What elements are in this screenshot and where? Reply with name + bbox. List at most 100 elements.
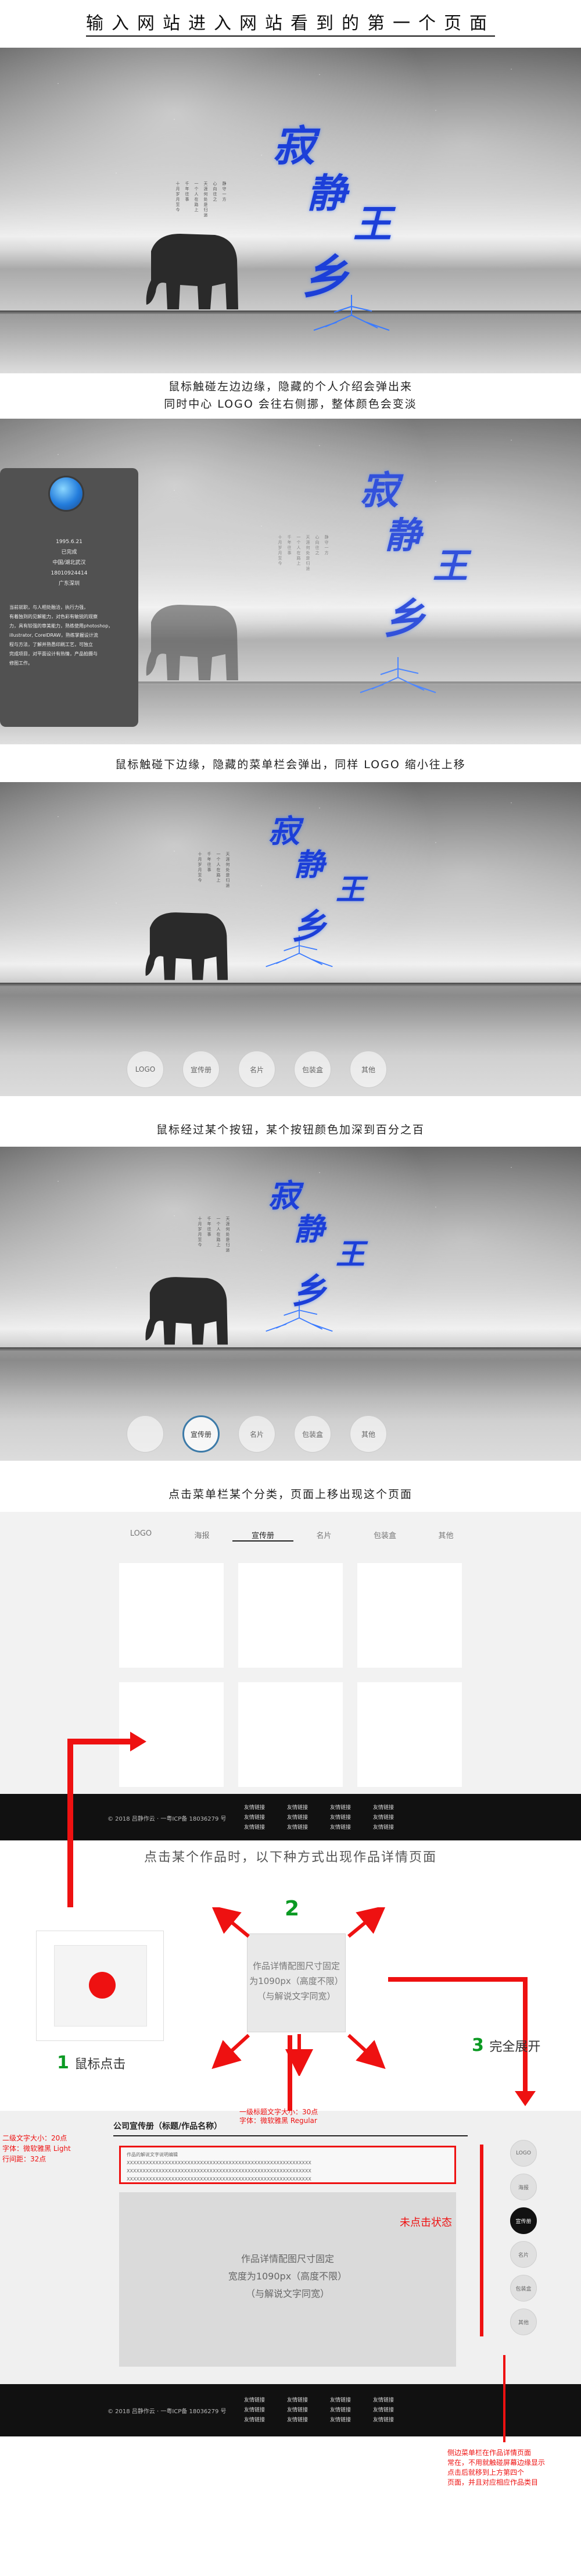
- caption-line: 同时中心 LOGO 会往右侧挪，整体颜色会变淡: [164, 398, 417, 411]
- menu-item-package[interactable]: 包装盒: [294, 1415, 331, 1453]
- description-block: 作品的解说文字说明编辑 XXXXXXXXXXXXXXXXXXXXXXXXXXXX…: [119, 2146, 456, 2184]
- side-item-brochure[interactable]: 宣传册: [510, 2207, 537, 2234]
- logo-char: 王: [433, 546, 468, 587]
- menu-item-card[interactable]: 名片: [238, 1051, 275, 1088]
- menu-item-brochure[interactable]: 宣传册: [182, 1415, 220, 1453]
- tab-poster[interactable]: 海报: [171, 1529, 232, 1542]
- tab-brochure[interactable]: 宣传册: [232, 1529, 293, 1542]
- side-item-poster[interactable]: 海报: [510, 2174, 537, 2200]
- footer-link[interactable]: 友情链接: [244, 1813, 265, 1821]
- footer-link[interactable]: 友情链接: [287, 2406, 308, 2413]
- note-line: 页面，并且对应相应作品类目: [447, 2478, 539, 2486]
- footer-link[interactable]: 友情链接: [373, 1803, 394, 1811]
- menu-item-logo[interactable]: LOGO: [127, 1051, 164, 1088]
- title-divider: [113, 2135, 468, 2136]
- click-demo-box[interactable]: [36, 1931, 164, 2041]
- footer-link[interactable]: 友情链接: [287, 1813, 308, 1821]
- footer-link[interactable]: 友情链接: [287, 2416, 308, 2423]
- menu-item-brochure[interactable]: 宣传册: [182, 1051, 220, 1088]
- menu-item-other[interactable]: 其他: [350, 1051, 387, 1088]
- work-thumb[interactable]: [357, 1563, 462, 1668]
- detail-page: 公司宣传册（标题/作品名称） 作品的解说文字说明编辑 XXXXXXXXXXXXX…: [0, 2111, 581, 2436]
- bio-line: illustrator, CorelDRAW，熟练掌握设计流: [9, 633, 98, 638]
- tab-card[interactable]: 名片: [293, 1529, 354, 1542]
- bio-line: 力，具有较强的审美能力，熟练使用photoshop，: [9, 623, 113, 629]
- footer-link[interactable]: 友情链接: [287, 1803, 308, 1811]
- footer-link[interactable]: 友情链接: [244, 2406, 265, 2413]
- unclicked-label: 未点击状态: [400, 2217, 452, 2229]
- footer-link[interactable]: 友情链接: [287, 1823, 308, 1831]
- logo-char: 王: [336, 1237, 365, 1271]
- profile-info: 1995.6.21 已完成 中国/湖北武汉 18010924414 广东深圳: [0, 537, 138, 589]
- note-line: 侧边菜单栏在作品详情页面: [447, 2449, 532, 2457]
- anno-line: 二级文字大小：20点: [2, 2134, 67, 2142]
- note-line: 常在，不用就触碰屏幕边缘显示: [447, 2459, 546, 2467]
- side-item-other[interactable]: 其他: [510, 2309, 537, 2335]
- menu-item-package[interactable]: 包装盒: [294, 1051, 331, 1088]
- menu-item-logo[interactable]: [127, 1415, 164, 1453]
- step1-label: 1 鼠标点击: [57, 2053, 125, 2073]
- logo-char: 静: [294, 847, 325, 883]
- profile-region: 广东深圳: [58, 581, 80, 587]
- poem-line: 千年往事: [287, 535, 292, 556]
- poem-line: 天涯何处是归途: [225, 852, 230, 889]
- footer-link[interactable]: 友情链接: [330, 2406, 351, 2413]
- vertical-poem: 十月岁月至今 千年往事 一个人在路上 天涯何处是归途 心向往之 静守一方: [278, 535, 329, 572]
- caption-step2: 鼠标触碰下边缘，隐藏的菜单栏会弹出，同样 LOGO 缩小往上移: [115, 758, 466, 771]
- work-thumb[interactable]: [238, 1563, 343, 1668]
- note-line: 点击后就移到上方第四个: [447, 2468, 525, 2477]
- gallery-footer: © 2018 吕静作云 · 一粤ICP备 18036279 号 友情链接 友情链接…: [0, 1794, 581, 1840]
- elephant-silhouette: [146, 234, 238, 309]
- work-thumb[interactable]: [357, 1682, 462, 1787]
- footer-link[interactable]: 友情链接: [373, 2406, 394, 2413]
- menu-item-other[interactable]: 其他: [350, 1415, 387, 1453]
- footer-link[interactable]: 友情链接: [373, 2416, 394, 2423]
- footer-link[interactable]: 友情链接: [373, 1813, 394, 1821]
- title-annotation: 一级标题文字大小：30点 字体：微软雅黑 Regular: [239, 2108, 318, 2125]
- red-connector: [503, 2355, 505, 2442]
- tab-logo[interactable]: LOGO: [110, 1529, 171, 1542]
- footer-link[interactable]: 友情链接: [330, 2416, 351, 2423]
- footer-link[interactable]: 友情链接: [330, 1823, 351, 1831]
- click-dot: [89, 1972, 116, 1999]
- anno-line: 字体：微软雅黑 Light: [2, 2145, 71, 2153]
- hero-scene-menu: 十月岁月至今 千年往事 一个人在路上 天涯何处是归途 寂 静 王 乡 LOGO …: [0, 782, 581, 1096]
- logo-char: 王: [336, 872, 365, 907]
- work-thumb[interactable]: [238, 1682, 343, 1787]
- footer-link[interactable]: 友情链接: [330, 1813, 351, 1821]
- poem-line: 十月岁月至今: [175, 181, 180, 213]
- footer-link[interactable]: 友情链接: [244, 1823, 265, 1831]
- footer-link[interactable]: 友情链接: [373, 2396, 394, 2403]
- side-item-card[interactable]: 名片: [510, 2241, 537, 2268]
- elephant-silhouette: [145, 912, 228, 980]
- desc-label: 作品的解说文字说明编辑: [127, 2152, 178, 2157]
- logo-char: 乡: [292, 1271, 327, 1312]
- footer-link[interactable]: 友情链接: [244, 1803, 265, 1811]
- profile-panel[interactable]: 1995.6.21 已完成 中国/湖北武汉 18010924414 广东深圳 当…: [0, 468, 138, 727]
- footer-link[interactable]: 友情链接: [244, 2396, 265, 2403]
- footer-link[interactable]: 友情链接: [330, 2396, 351, 2403]
- red-arrow-line: [67, 1739, 137, 1744]
- tab-other[interactable]: 其他: [415, 1529, 476, 1542]
- tree-roots-glow: [360, 657, 436, 693]
- footer-links: 友情链接 友情链接 友情链接 友情链接 友情链接 友情链接 友情链接 友情链接 友情链接 友…: [244, 1803, 394, 1831]
- side-item-logo[interactable]: LOGO: [510, 2140, 537, 2167]
- side-item-package[interactable]: 包装盒: [510, 2275, 537, 2302]
- detail-footer: © 2018 吕静作云 · 一粤ICP备 18036279 号 友情链接 友情链接…: [0, 2384, 581, 2436]
- caption-step5: 点击某个作品时，以下种方式出现作品详情页面: [144, 1850, 437, 1865]
- reflection: [0, 986, 581, 1056]
- menu-item-card[interactable]: 名片: [238, 1415, 275, 1453]
- gallery-page: LOGO 海报 宣传册 名片 包装盒 其他 © 2018 吕静作云 · 一粤IC…: [0, 1512, 581, 1840]
- work-thumb[interactable]: [119, 1563, 224, 1668]
- reflection: [0, 314, 581, 372]
- footer-link[interactable]: 友情链接: [244, 2416, 265, 2423]
- bio-line: 程与方法，了解并熟悉印刷工艺，可独立: [9, 642, 93, 647]
- footer-link[interactable]: 友情链接: [330, 1803, 351, 1811]
- red-arrow-head: [515, 2091, 536, 2106]
- red-bracket: [480, 2145, 483, 2336]
- footer-link[interactable]: 友情链接: [373, 1823, 394, 1831]
- tab-package[interactable]: 包装盒: [354, 1529, 415, 1542]
- footer-link[interactable]: 友情链接: [287, 2396, 308, 2403]
- copyright: © 2018 吕静作云 · 一粤ICP备 18036279 号: [107, 1816, 227, 1822]
- desc-line: XXXXXXXXXXXXXXXXXXXXXXXXXXXXXXXXXXXXXXXX…: [127, 2177, 311, 2182]
